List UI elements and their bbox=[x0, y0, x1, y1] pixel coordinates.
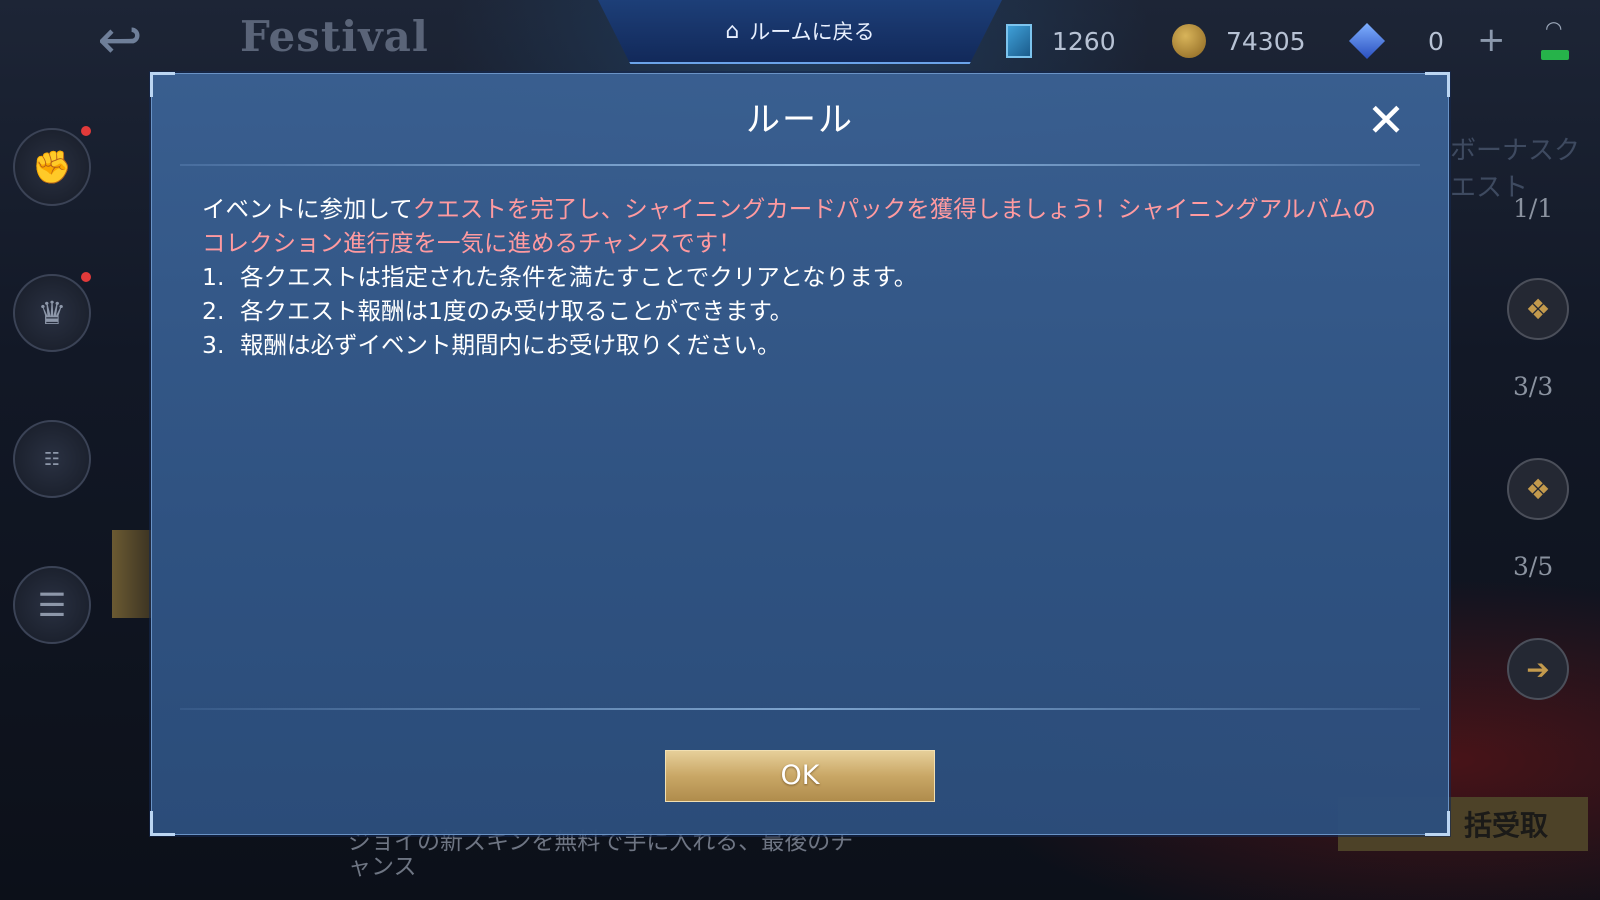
claim-all-label: 括受取 bbox=[1463, 809, 1548, 842]
rule-number: 1. bbox=[202, 263, 225, 291]
notification-dot bbox=[81, 272, 91, 282]
rule-text: 各クエストは指定された条件を満たすことでクリアとなります。 bbox=[240, 263, 918, 291]
diamond-count: 0 bbox=[1428, 26, 1444, 56]
go-arrow-icon[interactable]: ➔ bbox=[1507, 638, 1569, 700]
dialog-title: ルール bbox=[746, 100, 854, 140]
coin-currency: 74305 bbox=[1172, 20, 1306, 62]
add-diamond-button[interactable]: + bbox=[1477, 20, 1506, 60]
active-menu-indicator bbox=[112, 530, 152, 618]
close-icon[interactable]: ✕ bbox=[1364, 97, 1408, 143]
notification-dot bbox=[81, 126, 91, 136]
ok-button[interactable]: OK bbox=[665, 750, 935, 802]
quest-progress: 3/3 bbox=[1513, 372, 1554, 401]
coin-count: 74305 bbox=[1226, 26, 1306, 56]
fist-icon[interactable]: ✊ bbox=[13, 128, 91, 206]
clipboard-icon[interactable]: ☰ bbox=[13, 566, 91, 644]
coin-icon bbox=[1172, 24, 1206, 58]
corner-ornament bbox=[150, 811, 175, 836]
rule-item: 3. 報酬は必ずイベント期間内にお受け取りください。 bbox=[202, 328, 1392, 362]
rule-item: 2. 各クエスト報酬は1度のみ受け取ることができます。 bbox=[202, 294, 1392, 328]
rule-text: 報酬は必ずイベント期間内にお受け取りください。 bbox=[240, 331, 781, 359]
rule-item: 1. 各クエストは指定された条件を満たすことでクリアとなります。 bbox=[202, 260, 1392, 294]
quest-progress: 3/5 bbox=[1513, 552, 1554, 581]
news-icon[interactable]: ☷ bbox=[13, 420, 91, 498]
diamond-currency: 0 bbox=[1348, 20, 1444, 62]
ticket-count: 1260 bbox=[1052, 26, 1116, 56]
battery-icon bbox=[1541, 50, 1569, 60]
ticket-icon bbox=[1006, 24, 1032, 58]
event-description: ジョイの新スキンを無料で手に入れる、最後のチャンス bbox=[348, 829, 854, 880]
return-to-room-button[interactable]: ⌂ ルームに戻る bbox=[598, 0, 1002, 64]
corner-ornament bbox=[1425, 811, 1450, 836]
page-title: Festival bbox=[240, 12, 429, 61]
gift-icon[interactable]: ❖ bbox=[1507, 458, 1569, 520]
rule-text: 各クエスト報酬は1度のみ受け取ることができます。 bbox=[240, 297, 794, 325]
rule-number: 2. bbox=[202, 297, 225, 325]
rules-text: イベントに参加してクエストを完了し、シャイニングカードパックを獲得しましょう！シ… bbox=[202, 192, 1392, 362]
tab-bonus-quest[interactable]: ボーナスクエスト bbox=[1450, 130, 1600, 204]
return-to-room-label: ルームに戻る bbox=[749, 20, 875, 44]
divider bbox=[180, 708, 1420, 710]
crown-icon[interactable]: ♛ bbox=[13, 274, 91, 352]
rules-dialog: ルール ✕ イベントに参加してクエストを完了し、シャイニングカードパックを獲得し… bbox=[150, 72, 1450, 836]
divider bbox=[180, 164, 1420, 166]
ticket-currency: 1260 bbox=[1006, 20, 1116, 62]
rule-number: 3. bbox=[202, 331, 225, 359]
quest-progress: 1/1 bbox=[1513, 194, 1554, 223]
diamond-icon bbox=[1348, 22, 1386, 60]
intro-lead: イベントに参加して bbox=[202, 195, 413, 223]
wifi-icon: ◠ bbox=[1545, 16, 1563, 40]
back-arrow-icon[interactable]: ↩ bbox=[72, 12, 168, 68]
home-icon: ⌂ bbox=[725, 18, 740, 44]
gift-icon[interactable]: ❖ bbox=[1507, 278, 1569, 340]
rules-intro: イベントに参加してクエストを完了し、シャイニングカードパックを獲得しましょう！シ… bbox=[202, 192, 1392, 260]
